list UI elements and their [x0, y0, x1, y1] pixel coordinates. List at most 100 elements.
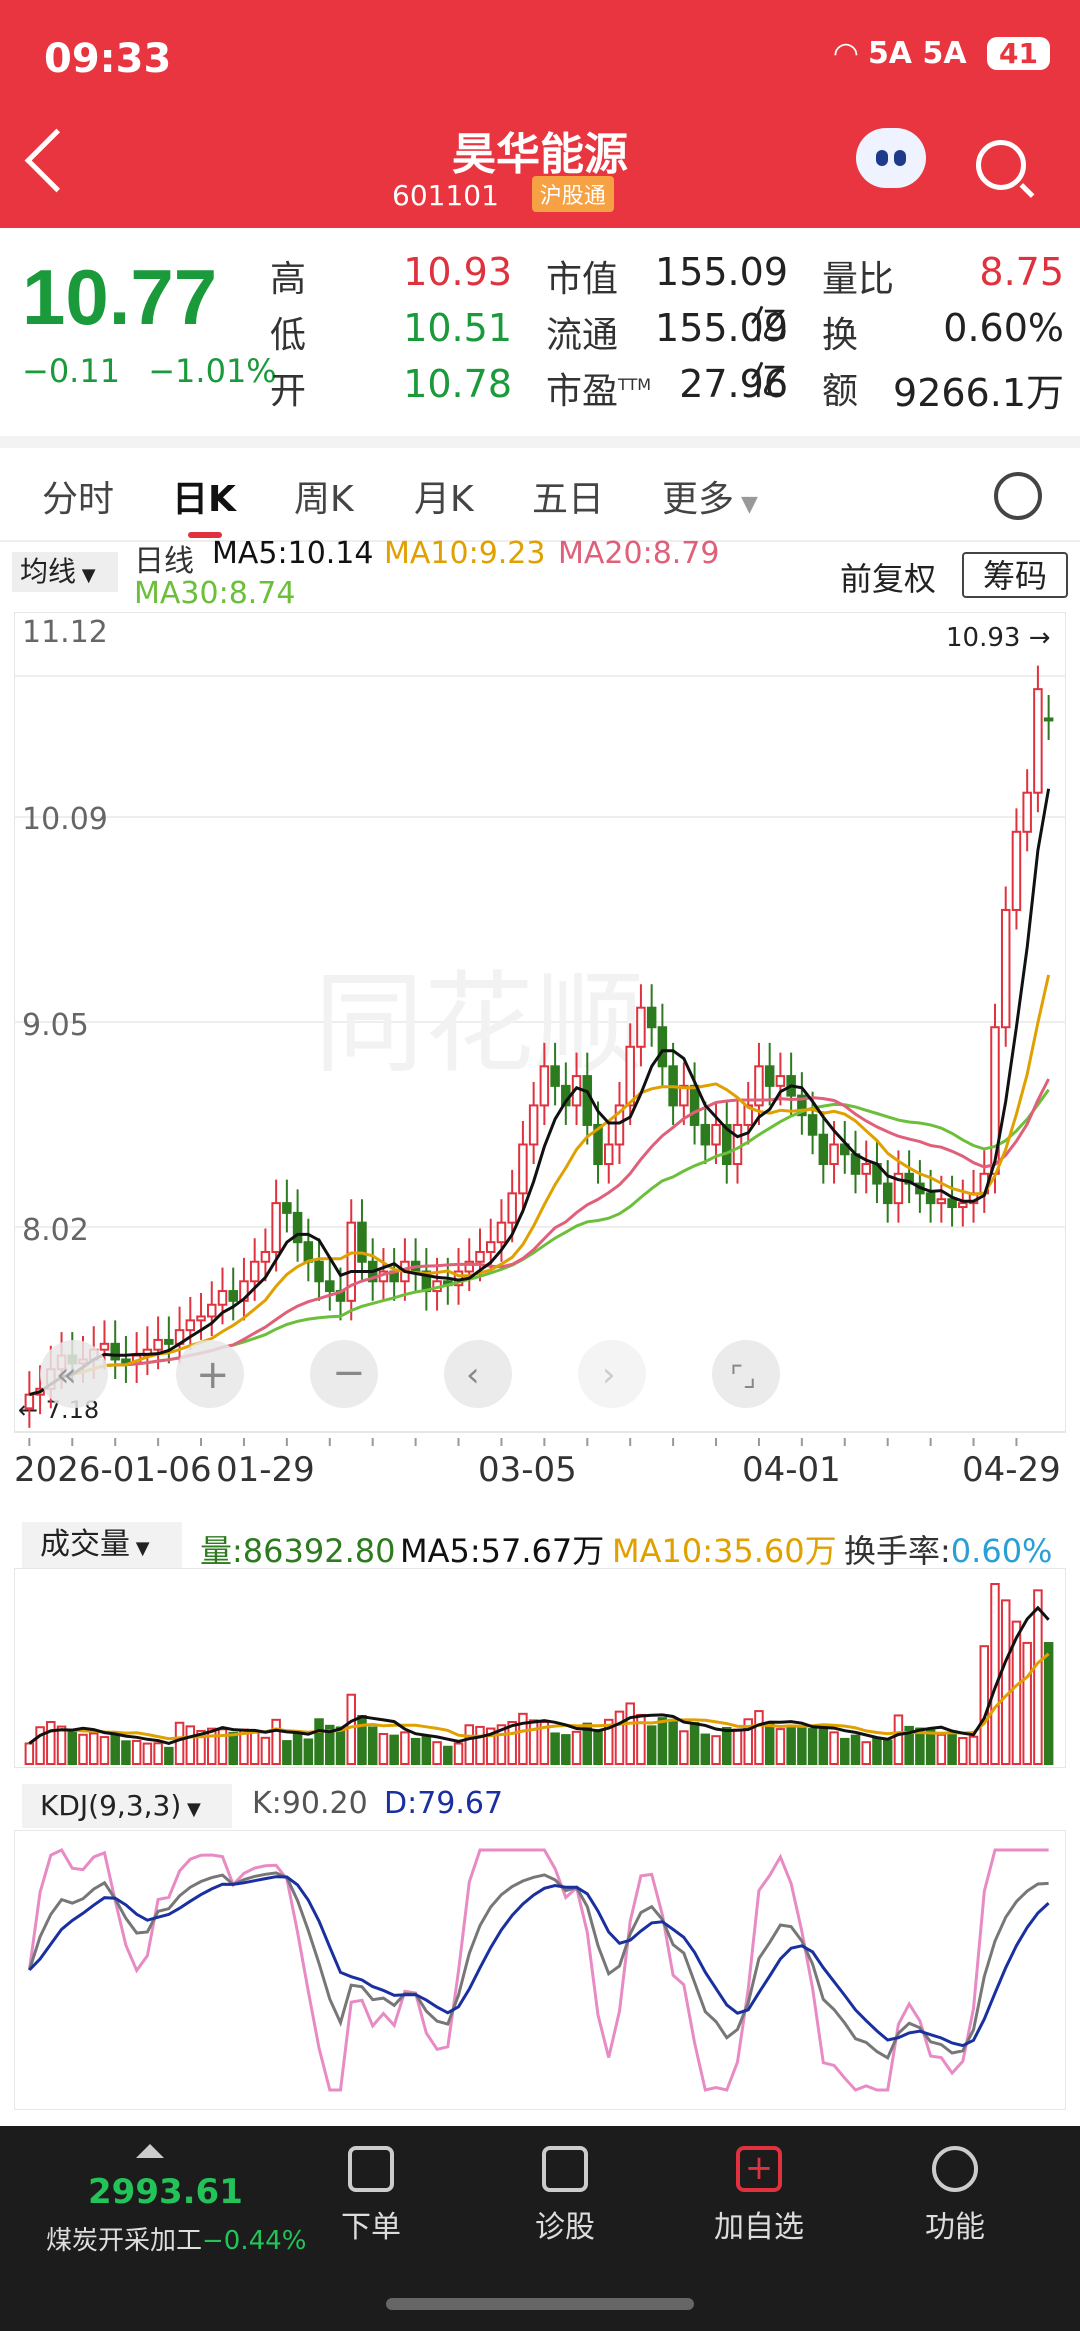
mcap-label: 市值 [546, 259, 619, 300]
volume-bar [1033, 1589, 1043, 1766]
turnover-rate: 换手率:0.60% [844, 1532, 1053, 1570]
high-label: 高 [270, 259, 307, 300]
volume-bar [722, 1727, 732, 1765]
indicator-dropdown-volume[interactable]: 成交量 ▼ [22, 1522, 182, 1568]
candle-body [711, 1123, 721, 1146]
high-value: 10.93 [403, 250, 512, 294]
candle-body [646, 1006, 657, 1029]
price-change: −0.11 −1.01% [22, 352, 277, 390]
volume-bar [410, 1737, 421, 1765]
search-icon[interactable] [976, 140, 1026, 190]
y-tick: 10.09 [22, 802, 108, 837]
volume-bar [228, 1731, 238, 1765]
volume-bar [432, 1741, 442, 1766]
minus-icon: − [332, 1350, 366, 1396]
candle-body [346, 1221, 356, 1302]
candle-body [282, 1202, 292, 1214]
chip-distribution-button[interactable]: 筹码 [962, 552, 1068, 598]
kdj-k-line [27, 1871, 1049, 2060]
nav-diagnose[interactable]: 诊股 [500, 2146, 630, 2246]
chevron-down-icon: ▼ [130, 1538, 150, 1559]
float-label: 流通 [546, 315, 619, 356]
wifi-icon: ◠ [834, 36, 868, 71]
volume-bar [99, 1736, 110, 1766]
assistant-robot-icon[interactable] [856, 128, 926, 188]
candle-body [228, 1290, 238, 1302]
settings-icon[interactable] [994, 472, 1042, 520]
candle-body [958, 1202, 968, 1209]
volume-bar [67, 1730, 78, 1765]
tab-five-day[interactable]: 五日 [532, 470, 604, 522]
date-axis: 2026-01-06 01-29 03-05 04-01 04-29 [0, 1450, 1080, 1510]
low-label: 低 [270, 315, 307, 356]
volume-bar [367, 1726, 378, 1765]
current-price: 10.77 [22, 253, 218, 341]
volume-bar [861, 1741, 871, 1766]
kdj-k: K:90.20 [252, 1786, 368, 1821]
tab-monthly-k[interactable]: 月K [414, 470, 474, 522]
candle-body [528, 1104, 539, 1146]
candle-body [539, 1065, 550, 1107]
candle-body [217, 1290, 228, 1306]
volume-bar [882, 1739, 893, 1766]
tab-daily-k[interactable]: 日K [172, 470, 236, 522]
home-indicator[interactable] [386, 2298, 694, 2310]
low-value: 10.51 [403, 306, 512, 350]
document-icon [348, 2146, 394, 2192]
tab-intraday[interactable]: 分时 [42, 470, 114, 522]
kdj-d: D:79.67 [384, 1786, 504, 1821]
volume-bar [775, 1728, 786, 1766]
candle-body [1033, 688, 1043, 794]
candle-body [700, 1123, 711, 1146]
expand-up-icon[interactable] [136, 2144, 164, 2158]
volume-bar [357, 1715, 367, 1765]
candle-body [603, 1143, 614, 1166]
chevron-down-icon: ▼ [76, 565, 96, 586]
volume-bar [443, 1745, 453, 1766]
app-header: 09:33 ◠ 5A 5A 41 昊华能源 601101 沪股通 [0, 0, 1080, 228]
volume-bar [786, 1724, 796, 1765]
ma5-line [29, 788, 1051, 1397]
status-icons: ◠ 5A 5A 41 [834, 36, 1050, 71]
stock-code: 601101 [392, 179, 499, 212]
candle-body [475, 1250, 485, 1263]
sector-index-name[interactable]: 煤炭开采加工−0.44% [46, 2220, 306, 2257]
volume-bar [968, 1735, 979, 1766]
y-tick: 8.02 [22, 1213, 89, 1248]
volume-bar [142, 1742, 153, 1766]
ma30-legend: MA30:8.74 [134, 576, 296, 611]
volume-bar [453, 1742, 464, 1765]
nav-place-order[interactable]: 下单 [306, 2146, 436, 2246]
indicator-dropdown-kdj[interactable]: KDJ(9,3,3) ▼ [22, 1784, 232, 1828]
candle-body [861, 1163, 871, 1175]
volume-bar [303, 1738, 314, 1765]
volume-bar [174, 1721, 185, 1766]
nav-functions[interactable]: 功能 [890, 2146, 1020, 2246]
tab-weekly-k[interactable]: 周K [294, 470, 354, 522]
add-plus-icon: + [736, 2146, 782, 2192]
kline-chart[interactable]: 同花顺 11.12 10.09 9.05 8.02 10.93 → ← 7.18… [14, 612, 1066, 1452]
volume-bar [561, 1734, 571, 1766]
volume-bar [936, 1733, 947, 1766]
volume-bar [732, 1728, 743, 1766]
robot-eye [894, 150, 906, 166]
fullscreen-icon: ⌜⌟ [730, 1360, 756, 1393]
robot-eye [876, 150, 888, 166]
tab-more[interactable]: 更多 ▼ [662, 470, 758, 522]
change-percent: −1.01% [148, 352, 277, 390]
sector-index-value[interactable]: 2993.61 [88, 2172, 243, 2212]
volume-bar [807, 1728, 818, 1766]
volume-bar [464, 1724, 475, 1765]
candle-body [99, 1342, 110, 1351]
volume-bar [389, 1734, 399, 1766]
candle-body [271, 1202, 281, 1253]
volume-bar [797, 1726, 807, 1765]
ma-dropdown[interactable]: 均线 ▼ [12, 552, 118, 592]
kdj-chart[interactable] [14, 1830, 1066, 2110]
volume-bar [893, 1714, 904, 1765]
nav-add-watchlist[interactable]: + 加自选 [694, 2146, 824, 2246]
volume-bar [78, 1733, 88, 1766]
candle-body [636, 1006, 646, 1048]
volume-chart[interactable] [14, 1568, 1066, 1768]
adjust-mode-button[interactable]: 前复权 [840, 554, 936, 600]
